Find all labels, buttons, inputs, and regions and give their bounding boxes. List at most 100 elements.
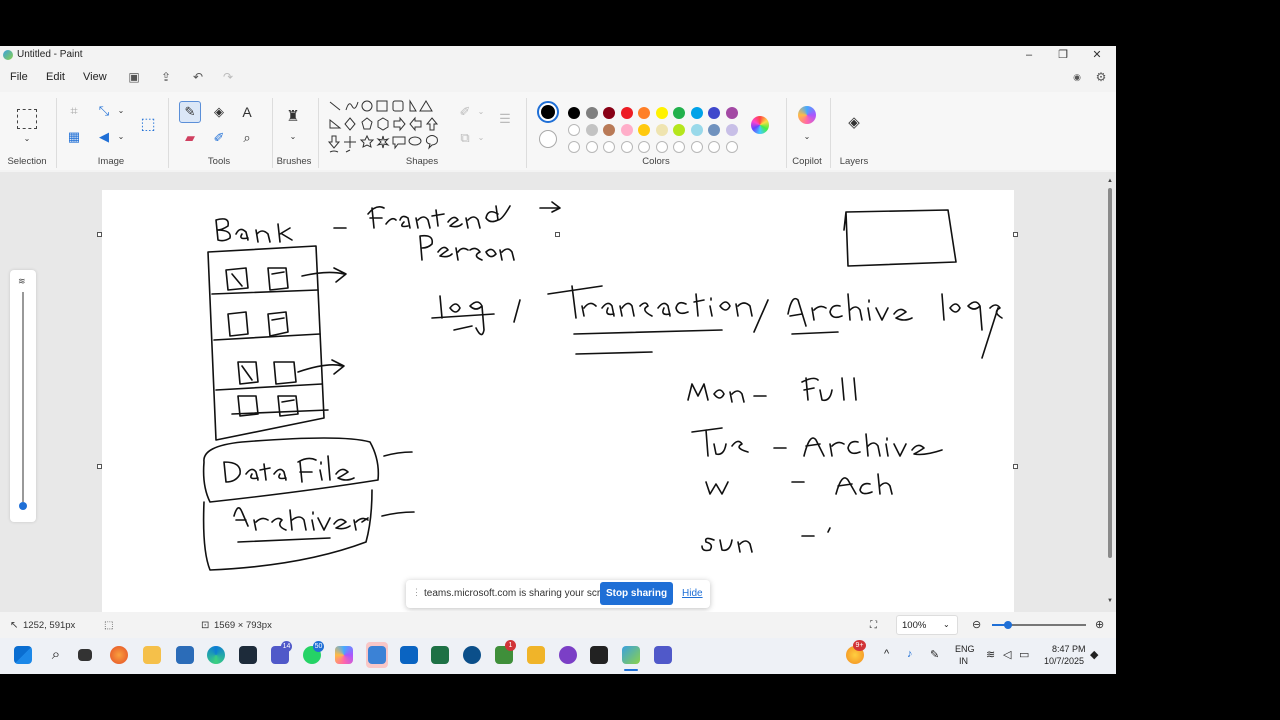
microphone-icon[interactable]: ♪ — [907, 648, 913, 660]
restore-icon[interactable]: ❐ — [1048, 47, 1078, 63]
layers-icon[interactable]: ◈ — [845, 114, 863, 132]
tray-chevron-icon[interactable]: ^ — [884, 648, 889, 660]
firefox-icon[interactable] — [110, 646, 128, 664]
color-swatch[interactable] — [708, 107, 720, 119]
rotate-chevron-icon[interactable]: ⌄ — [112, 128, 130, 146]
zoom-slider-thumb[interactable] — [1004, 621, 1012, 629]
menu-file[interactable]: File — [10, 71, 28, 83]
clock-date[interactable]: 10/7/2025 — [1044, 656, 1084, 666]
custom-color-slot[interactable] — [603, 141, 615, 153]
snipping-icon[interactable] — [527, 646, 545, 664]
brush-icon[interactable]: ♜ — [284, 108, 302, 126]
windows-start-icon[interactable] — [14, 646, 32, 664]
battery-icon[interactable]: ▭ — [1019, 648, 1029, 661]
undo-icon[interactable]: ↶ — [191, 70, 205, 84]
notepad-icon[interactable] — [368, 646, 386, 664]
vpn-icon[interactable] — [463, 646, 481, 664]
copilot-taskbar-icon[interactable] — [335, 646, 353, 664]
teams-classic-icon[interactable] — [654, 646, 672, 664]
share-icon[interactable]: ⇪ — [159, 70, 173, 84]
crop-icon[interactable]: ⌗ — [65, 102, 83, 120]
search-icon[interactable]: ⌕ — [47, 646, 65, 664]
save-icon[interactable]: ▣ — [127, 70, 141, 84]
stop-sharing-button[interactable]: Stop sharing — [600, 582, 673, 605]
custom-color-slot[interactable] — [638, 141, 650, 153]
selection-chevron-icon[interactable]: ⌄ — [18, 130, 36, 148]
shapes-gallery[interactable] — [326, 98, 444, 154]
color-swatch[interactable] — [725, 107, 738, 119]
color-swatch[interactable] — [603, 124, 615, 136]
resize-chevron-icon[interactable]: ⌄ — [112, 102, 130, 120]
stroke-size-icon[interactable]: ☰ — [496, 110, 514, 128]
edit-colors-icon[interactable] — [751, 116, 769, 134]
clock-time[interactable]: 8:47 PM — [1052, 644, 1086, 654]
resize-handle-top[interactable] — [555, 232, 560, 237]
drawing-canvas[interactable] — [102, 190, 1014, 612]
color-swatch[interactable] — [673, 124, 685, 136]
image-select-icon[interactable]: ▦ — [65, 128, 83, 146]
custom-color-slot[interactable] — [585, 141, 598, 153]
fill-style-chevron-icon[interactable]: ⌄ — [472, 129, 490, 147]
color-swatch[interactable] — [638, 124, 650, 136]
pencil-tool-icon[interactable]: ✎ — [179, 101, 201, 123]
color-swatch[interactable] — [620, 124, 633, 136]
resize-icon[interactable]: ⤡ — [95, 102, 113, 120]
slider-thumb[interactable] — [19, 502, 27, 510]
redo-icon[interactable]: ↷ — [221, 70, 235, 84]
color-swatch[interactable] — [725, 124, 738, 136]
color-swatch[interactable] — [655, 107, 668, 119]
excel-icon[interactable] — [431, 646, 449, 664]
hide-link[interactable]: Hide — [682, 588, 703, 599]
settings-icon[interactable]: ⚙ — [1094, 70, 1108, 84]
color-swatch[interactable] — [585, 107, 598, 119]
custom-color-slot[interactable] — [725, 141, 738, 153]
color-swatch[interactable] — [568, 124, 580, 136]
fill-icon[interactable]: ◈ — [210, 103, 228, 121]
copilot-chevron-icon[interactable]: ⌄ — [798, 128, 816, 146]
wifi-icon[interactable]: ≋ — [986, 648, 995, 661]
vertical-scrollbar[interactable]: ▲ ▼ — [1107, 178, 1113, 608]
zoom-dropdown[interactable]: 100% ⌄ — [896, 615, 958, 635]
image-generator-icon[interactable]: ⬚ — [139, 116, 157, 134]
minimize-icon[interactable]: – — [1014, 47, 1044, 63]
rotate-icon[interactable]: ◀ — [95, 128, 113, 146]
security-icon[interactable] — [176, 646, 194, 664]
outline-chevron-icon[interactable]: ⌄ — [472, 103, 490, 121]
color-swatch[interactable] — [690, 124, 703, 136]
zoom-in-icon[interactable]: ⊕ — [1095, 618, 1104, 631]
color2-selector[interactable] — [539, 130, 557, 148]
selection-tool-icon[interactable] — [17, 109, 37, 129]
terminal-icon[interactable] — [590, 646, 608, 664]
color-swatch[interactable] — [690, 107, 703, 119]
color-swatch[interactable] — [620, 107, 633, 119]
eraser-icon[interactable]: ▰ — [181, 129, 199, 147]
language-primary[interactable]: ENG — [955, 644, 975, 654]
task-view-icon[interactable] — [78, 649, 92, 661]
resize-handle-tl[interactable] — [97, 232, 102, 237]
scrollbar-thumb[interactable] — [1108, 188, 1112, 558]
resize-handle-right[interactable] — [1013, 464, 1018, 469]
custom-color-slot[interactable] — [620, 141, 633, 153]
zoom-out-icon[interactable]: ⊖ — [972, 618, 981, 631]
color-swatch[interactable] — [638, 107, 650, 119]
brush-chevron-icon[interactable]: ⌄ — [284, 128, 302, 146]
file-explorer-icon[interactable] — [143, 646, 161, 664]
custom-color-slot[interactable] — [568, 141, 580, 153]
magnifier-icon[interactable]: ⌕ — [238, 129, 256, 147]
color-swatch[interactable] — [708, 124, 720, 136]
menu-view[interactable]: View — [83, 71, 107, 83]
custom-color-slot[interactable] — [708, 141, 720, 153]
notification-bell-icon[interactable]: ◆ — [1090, 648, 1098, 661]
loop-icon[interactable] — [559, 646, 577, 664]
menu-edit[interactable]: Edit — [46, 71, 65, 83]
drag-handle-icon[interactable]: ⋮ — [412, 587, 421, 598]
color-swatch[interactable] — [603, 107, 615, 119]
resize-handle-tr[interactable] — [1013, 232, 1018, 237]
copilot-icon[interactable] — [798, 106, 816, 124]
account-icon[interactable]: ◉ — [1070, 70, 1084, 84]
outlook-icon[interactable] — [400, 646, 418, 664]
close-icon[interactable]: ✕ — [1082, 47, 1112, 63]
paint-taskbar-icon[interactable] — [622, 646, 640, 664]
custom-color-slot[interactable] — [673, 141, 685, 153]
brush-size-slider[interactable]: ≋ — [10, 270, 36, 522]
